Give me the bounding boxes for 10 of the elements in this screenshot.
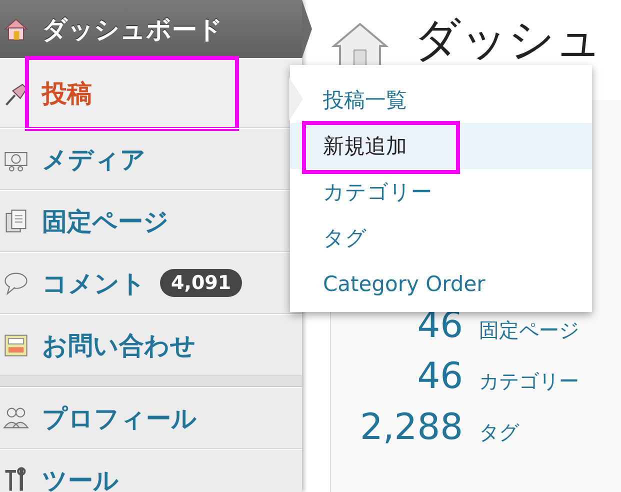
menu-item[interactable]: 投稿: [0, 58, 302, 128]
menu-item[interactable]: ツール: [0, 449, 302, 492]
stat-label[interactable]: 固定ページ: [479, 317, 579, 344]
stat-label[interactable]: タグ: [479, 419, 519, 446]
page-title: ダッシュ: [414, 11, 602, 68]
stat-count[interactable]: 2,288: [331, 407, 463, 448]
menu-item[interactable]: プロフィール: [0, 387, 302, 449]
stat-count[interactable]: 46: [331, 356, 463, 397]
stat-label[interactable]: カテゴリー: [479, 368, 579, 395]
count-badge: 4,091: [160, 269, 242, 297]
